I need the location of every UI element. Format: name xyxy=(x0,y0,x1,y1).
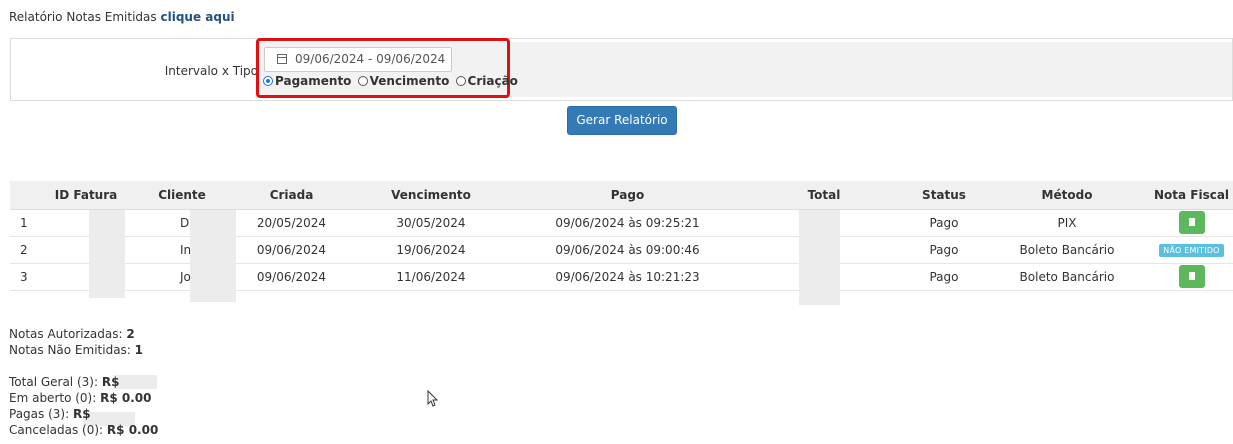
col-header-id: ID Fatura xyxy=(40,181,132,210)
redacted-id-column xyxy=(89,210,125,298)
row-status: Pago xyxy=(904,209,984,237)
col-header-status: Status xyxy=(904,181,984,210)
report-link-line: Relatório Notas Emitidas clique aqui xyxy=(9,10,235,24)
row-metodo: PIX xyxy=(984,209,1150,237)
radio-checked-icon[interactable] xyxy=(263,76,273,86)
col-header-criada: Criada xyxy=(232,181,351,210)
radio-vencimento[interactable]: Vencimento xyxy=(357,74,449,88)
mouse-cursor-icon xyxy=(427,390,439,407)
summary-nao-emitidas: Notas Não Emitidas: 1 xyxy=(9,343,144,357)
radio-unchecked-icon[interactable] xyxy=(455,76,466,86)
summary-em-aberto: Em aberto (0): R$ 0.00 xyxy=(9,391,152,405)
row-vencimento: 11/06/2024 xyxy=(351,263,511,291)
filter-label-cell: Intervalo x Tipo xyxy=(11,39,258,100)
radio-pagamento[interactable]: Pagamento xyxy=(263,74,351,88)
row-criada: 09/06/2024 xyxy=(232,236,351,264)
row-pago: 09/06/2024 às 10:21:23 xyxy=(511,263,744,291)
row-metodo: Boleto Bancário xyxy=(984,236,1150,264)
summary-pagas: Pagas (3): R$ xyxy=(9,407,91,421)
date-type-radio-group: Pagamento Vencimento Criação xyxy=(263,74,520,88)
col-header-cliente: Cliente xyxy=(132,181,232,210)
date-range-input[interactable]: 09/06/2024 - 09/06/2024 xyxy=(264,47,452,72)
col-header-vencimento: Vencimento xyxy=(351,181,511,210)
col-header-metodo: Método xyxy=(984,181,1150,210)
row-criada: 20/05/2024 xyxy=(232,209,351,237)
row-nota-fiscal xyxy=(1150,209,1233,237)
summary-total-geral: Total Geral (3): R$ xyxy=(9,375,120,389)
row-nota-fiscal: NÃO EMITIDO xyxy=(1150,236,1233,264)
row-criada: 09/06/2024 xyxy=(232,263,351,291)
row-status: Pago xyxy=(904,236,984,264)
redacted-cliente-column xyxy=(190,210,236,302)
col-header-nota-fiscal: Nota Fiscal xyxy=(1150,181,1233,210)
gerar-relatorio-button[interactable]: Gerar Relatório xyxy=(567,106,677,135)
col-header-total: Total xyxy=(744,181,904,210)
row-index: 1 xyxy=(10,209,40,237)
row-status: Pago xyxy=(904,263,984,291)
row-vencimento: 30/05/2024 xyxy=(351,209,511,237)
nao-emitido-badge: NÃO EMITIDO xyxy=(1159,244,1224,257)
row-nota-fiscal xyxy=(1150,263,1233,291)
row-pago: 09/06/2024 às 09:25:21 xyxy=(511,209,744,237)
row-index: 2 xyxy=(10,236,40,264)
filter-panel: Intervalo x Tipo xyxy=(10,38,1233,101)
row-pago: 09/06/2024 às 09:00:46 xyxy=(511,236,744,264)
row-metodo: Boleto Bancário xyxy=(984,263,1150,291)
invoice-file-icon[interactable] xyxy=(1178,211,1205,234)
report-link[interactable]: clique aqui xyxy=(160,10,234,24)
radio-unchecked-icon[interactable] xyxy=(357,76,368,86)
calendar-icon xyxy=(277,54,287,64)
table-header-row: ID Fatura Cliente Criada Vencimento Pago… xyxy=(10,181,1233,210)
filter-label: Intervalo x Tipo xyxy=(164,64,258,78)
date-range-value: 09/06/2024 - 09/06/2024 xyxy=(295,52,446,66)
invoice-file-icon[interactable] xyxy=(1178,265,1205,288)
radio-criacao[interactable]: Criação xyxy=(455,74,518,88)
redacted-total-column xyxy=(799,210,840,305)
report-link-text: Relatório Notas Emitidas xyxy=(9,10,157,24)
row-index: 3 xyxy=(10,263,40,291)
summary-block: Notas Autorizadas: 2 Notas Não Emitidas:… xyxy=(9,326,158,438)
row-vencimento: 19/06/2024 xyxy=(351,236,511,264)
summary-canceladas: Canceladas (0): R$ 0.00 xyxy=(9,423,159,437)
col-header-index xyxy=(10,181,40,210)
summary-autorizadas: Notas Autorizadas: 2 xyxy=(9,327,135,341)
col-header-pago: Pago xyxy=(511,181,744,210)
